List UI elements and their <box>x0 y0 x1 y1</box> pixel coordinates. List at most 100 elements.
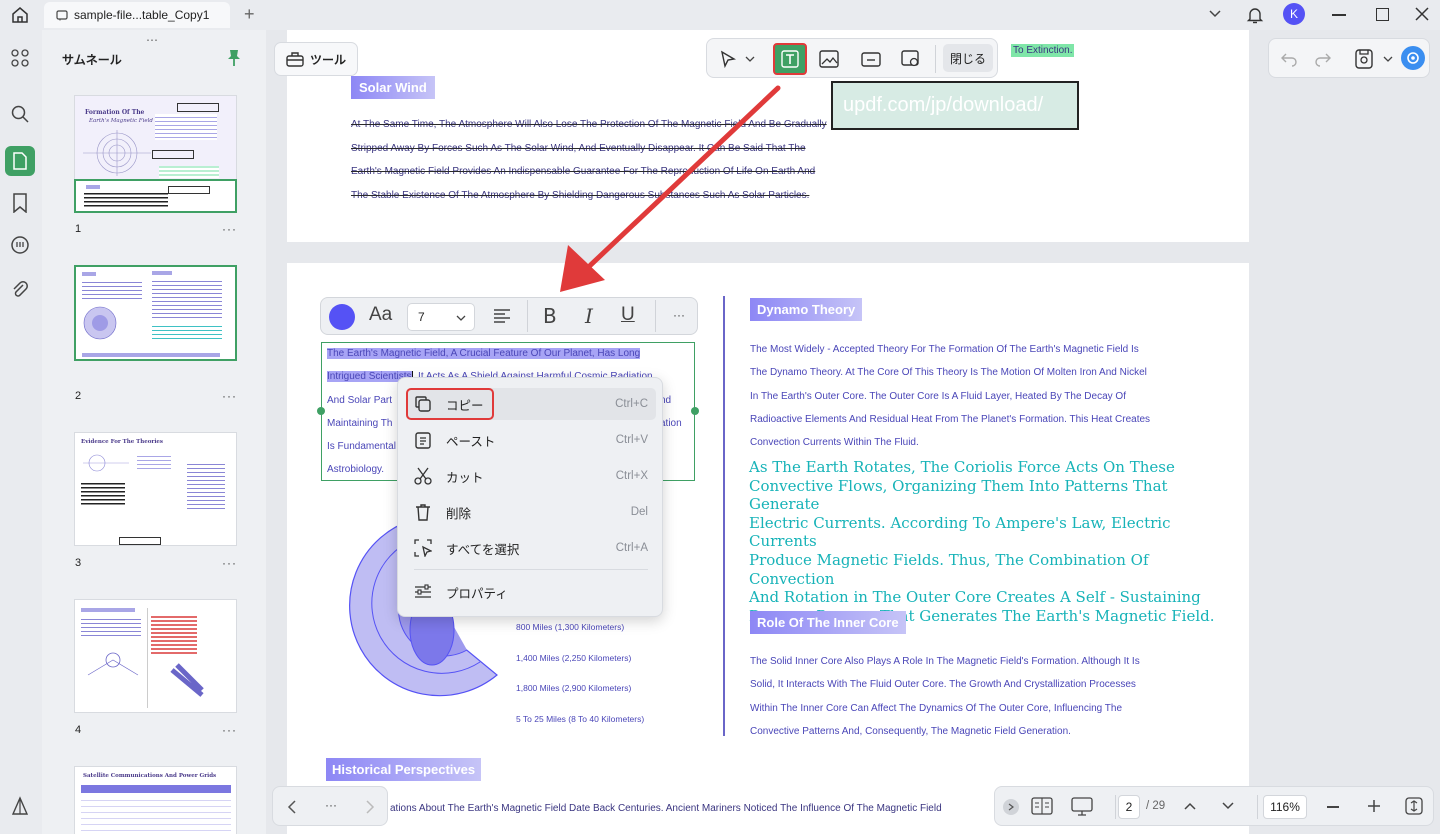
stamp-tool-icon[interactable] <box>901 50 921 68</box>
bottom-nav-left: ··· <box>272 786 388 826</box>
menu-item-label: すべてを選択 <box>446 542 520 557</box>
underline-button[interactable]: U <box>621 304 635 326</box>
save-icon[interactable] <box>1355 49 1373 69</box>
heading-dynamo-theory: Dynamo Theory <box>750 298 863 321</box>
chevron-left-icon[interactable] <box>287 800 297 814</box>
search-icon[interactable] <box>8 102 32 126</box>
more-pages-button[interactable]: ··· <box>325 798 337 812</box>
page-thumbnail-5[interactable]: Satellite Communications And Power Grids <box>74 766 237 834</box>
chevron-down-icon <box>456 314 466 322</box>
redo-icon[interactable] <box>1315 51 1331 67</box>
total-pages: / 29 <box>1146 800 1166 812</box>
thumb-number-3: 3 <box>75 557 82 569</box>
zoom-level-input[interactable]: 116% <box>1263 795 1307 819</box>
doc-tab-icon <box>56 9 68 21</box>
comment-icon[interactable] <box>8 233 32 257</box>
two-page-view-icon[interactable] <box>1031 797 1053 815</box>
heading-solar-wind: Solar Wind <box>351 76 435 99</box>
font-size-select[interactable]: 7 <box>407 303 475 331</box>
text-format-bar: Aa 7 B I U ··· <box>320 297 698 335</box>
menu-item-cut[interactable]: カット Ctrl+X <box>406 460 656 492</box>
left-icon-rail <box>0 30 40 834</box>
avatar[interactable]: K <box>1283 3 1305 25</box>
chevron-right-icon[interactable] <box>365 800 375 814</box>
menu-item-label: 削除 <box>446 506 472 521</box>
bell-icon[interactable] <box>1246 5 1264 25</box>
watermark-textbox[interactable]: updf.com/jp/download/ <box>831 81 1079 130</box>
thumb-more-2[interactable]: ··· <box>222 389 237 403</box>
title-bar: sample-file...table_Copy1 + K <box>0 0 1440 30</box>
page-thumbnail-2[interactable] <box>74 265 237 361</box>
minimize-button[interactable] <box>1332 14 1346 16</box>
dynamo-serif-paragraph[interactable]: As The Earth Rotates, The Coriolis Force… <box>749 458 1219 625</box>
menu-item-delete[interactable]: 削除 Del <box>406 496 656 528</box>
historical-line: ations About The Earth's Magnetic Field … <box>390 803 942 814</box>
text-edit-tool-button[interactable] <box>773 43 807 75</box>
chevron-down-icon[interactable] <box>1221 801 1235 811</box>
tools-button[interactable]: ツール <box>274 42 358 76</box>
thumbnail-panel-title: サムネール <box>62 53 122 67</box>
menu-item-label: カット <box>446 470 484 485</box>
thumb3-title: Evidence For The Theories <box>81 439 164 445</box>
select-cursor-icon[interactable] <box>719 50 737 68</box>
align-icon[interactable] <box>493 308 511 324</box>
layers-icon[interactable] <box>8 794 32 818</box>
zoom-in-button[interactable] <box>1367 799 1381 813</box>
thumb5-title: Satellite Communications And Power Grids <box>83 773 217 779</box>
core-label: 5 To 25 Miles (8 To 40 Kilometers) <box>516 713 645 724</box>
close-window-button[interactable] <box>1415 7 1429 21</box>
presentation-icon[interactable] <box>1071 797 1093 817</box>
chevron-down-icon[interactable] <box>1383 55 1393 63</box>
thumb-number-1: 1 <box>75 223 82 235</box>
panel-drag-handle[interactable]: ⋯ <box>146 33 160 47</box>
grid-icon[interactable] <box>8 46 32 70</box>
thumbnails-icon[interactable] <box>5 146 35 176</box>
undo-icon[interactable] <box>1281 51 1297 67</box>
page-thumbnail-4[interactable] <box>74 599 237 713</box>
more-format-button[interactable]: ··· <box>673 308 685 322</box>
attachment-icon[interactable] <box>8 278 32 302</box>
italic-button[interactable]: I <box>585 304 593 328</box>
link-tool-icon[interactable] <box>861 50 881 68</box>
page-number-input[interactable]: 2 <box>1118 795 1140 819</box>
right-control-group <box>1268 38 1430 78</box>
chevron-down-icon[interactable] <box>745 55 755 63</box>
menu-item-shortcut: Del <box>630 506 648 518</box>
close-edit-button[interactable]: 閉じる <box>943 44 993 72</box>
bookmark-icon[interactable] <box>8 191 32 215</box>
resize-handle-left[interactable] <box>317 407 325 415</box>
ai-assistant-icon[interactable] <box>1401 46 1425 70</box>
menu-item-select-all[interactable]: すべてを選択 Ctrl+A <box>406 532 656 564</box>
menu-item-paste[interactable]: ペースト Ctrl+V <box>406 424 656 456</box>
dynamo-paragraph[interactable]: The Most Widely - Accepted Theory For Th… <box>750 338 1210 454</box>
menu-item-label: ペースト <box>446 434 496 449</box>
menu-item-properties[interactable]: プロパティ <box>406 576 656 608</box>
toolbox-icon <box>286 51 304 67</box>
chevron-up-icon[interactable] <box>1183 801 1197 811</box>
bottom-nav-right: 2 / 29 116% <box>994 786 1434 826</box>
pin-icon[interactable] <box>226 49 242 67</box>
copy-highlight-box <box>406 388 494 420</box>
thumb-number-2: 2 <box>75 390 82 402</box>
text-tool-icon <box>781 50 799 68</box>
font-family-button[interactable]: Aa <box>369 304 392 326</box>
bold-button[interactable]: B <box>543 304 557 328</box>
fit-page-icon[interactable] <box>1405 797 1423 815</box>
inner-core-paragraph[interactable]: The Solid Inner Core Also Plays A Role I… <box>750 650 1210 743</box>
document-tab[interactable]: sample-file...table_Copy1 <box>44 2 230 28</box>
thumb-more-3[interactable]: ··· <box>222 556 237 570</box>
collapse-toggle[interactable] <box>1003 799 1019 815</box>
home-icon[interactable] <box>10 6 30 24</box>
thumb1-lower <box>74 179 237 213</box>
chevron-down-icon[interactable] <box>1208 8 1222 20</box>
thumb-number-4: 4 <box>75 724 82 736</box>
maximize-button[interactable] <box>1376 8 1389 21</box>
thumb-more-4[interactable]: ··· <box>222 723 237 737</box>
thumb-more-1[interactable]: ··· <box>222 222 237 236</box>
page-thumbnail-3[interactable]: Evidence For The Theories <box>74 432 237 546</box>
context-menu: コピー Ctrl+C ペースト Ctrl+V カット Ctrl+X 削除 Del… <box>397 377 663 617</box>
zoom-out-button[interactable] <box>1327 806 1339 808</box>
image-tool-icon[interactable] <box>819 50 839 68</box>
new-tab-button[interactable]: + <box>244 4 255 25</box>
font-color-picker[interactable] <box>329 304 355 330</box>
